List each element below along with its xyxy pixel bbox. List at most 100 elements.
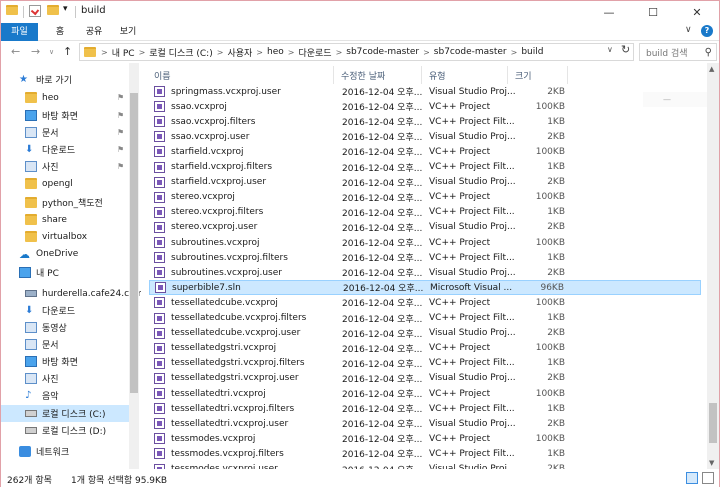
chevron-right-icon[interactable]: > [288,48,295,57]
nav-item[interactable]: virtualbox [1,228,129,245]
table-row[interactable]: tessellatedcube.vcxproj.user 2016-12-04 오… [149,326,701,341]
table-row[interactable]: tessellatedgstri.vcxproj 2016-12-04 오후...… [149,341,701,356]
breadcrumb-item[interactable]: 다운로드 [298,46,331,59]
nav-item[interactable]: 사진 [1,370,129,387]
nav-item[interactable]: ♪ 음악 [1,387,129,404]
chevron-right-icon[interactable]: > [423,48,430,57]
column-name[interactable]: 이름 [154,69,171,82]
table-row[interactable]: tessellatedtri.vcxproj 2016-12-04 오후... VC… [149,386,701,401]
table-row[interactable]: tessellatedtri.vcxproj.filters 2016-12-04… [149,401,701,416]
search-input[interactable]: build 검색 ⚲ [639,43,717,61]
up-arrow-icon[interactable]: ↑ [63,45,72,58]
column-date[interactable]: 수정한 날짜 [341,69,385,82]
nav-item[interactable]: opengl [1,175,129,192]
chevron-right-icon[interactable]: > [511,48,518,57]
pin-icon[interactable]: ⚑ [117,111,124,120]
column-size[interactable]: 크기 [515,69,532,82]
table-row[interactable]: stereo.vcxproj.filters 2016-12-04 오후... VC… [149,205,701,220]
table-row[interactable]: starfield.vcxproj.user 2016-12-04 오후... Vi… [149,175,701,190]
nav-item[interactable]: 사진 ⚑ [1,158,129,175]
tab-home[interactable]: 홈 [45,23,75,41]
breadcrumb-item[interactable]: 로컬 디스크 (C:) [149,46,212,59]
breadcrumb-item[interactable]: sb7code-master [434,47,507,57]
scroll-up-icon[interactable]: ▲ [709,65,714,73]
nav-scrollbar-thumb[interactable] [130,93,138,393]
chevron-right-icon[interactable]: > [336,48,343,57]
pin-icon[interactable]: ⚑ [117,145,124,154]
chevron-right-icon[interactable]: > [256,48,263,57]
nav-item[interactable]: ⬇ 다운로드 [1,302,129,319]
nav-item[interactable]: 바탕 화면 [1,353,129,370]
minimize-button[interactable]: — [587,1,631,23]
recent-locations-icon[interactable]: ∨ [49,48,54,56]
table-row[interactable]: stereo.vcxproj 2016-12-04 오후... VC++ Proje… [149,190,701,205]
breadcrumb-item[interactable]: 사용자 [227,46,252,59]
table-row[interactable]: ssao.vcxproj.filters 2016-12-04 오후... VC++… [149,114,701,129]
nav-item[interactable]: 로컬 디스크 (C:) [1,405,129,422]
table-row[interactable]: tessellatedcube.vcxproj 2016-12-04 오후... V… [149,295,701,310]
table-row[interactable]: subroutines.vcxproj.filters 2016-12-04 오후… [149,250,701,265]
table-row[interactable]: tessellatedtri.vcxproj.user 2016-12-04 오후… [149,416,701,431]
address-bar[interactable]: > 내 PC > 로컬 디스크 (C:) > 사용자 > heo > 다운로드 … [79,43,634,61]
table-row[interactable]: starfield.vcxproj.filters 2016-12-04 오후..… [149,160,701,175]
table-row[interactable]: springmass.vcxproj.user 2016-12-04 오후... V… [149,84,701,99]
properties-icon[interactable] [29,5,41,17]
nav-item[interactable]: 내 PC [1,264,129,281]
table-row[interactable]: tessellatedgstri.vcxproj.filters 2016-12-… [149,356,701,371]
chevron-right-icon[interactable]: > [217,48,224,57]
column-type[interactable]: 유형 [429,69,446,82]
divider[interactable] [333,66,334,84]
table-row[interactable]: subroutines.vcxproj.user 2016-12-04 오후...… [149,265,701,280]
nav-item[interactable]: 문서 [1,336,129,353]
large-icons-view-icon[interactable] [702,472,714,484]
breadcrumb-item[interactable]: heo [267,47,284,57]
maximize-button[interactable]: ☐ [631,1,675,23]
table-row[interactable]: tessmodes.vcxproj 2016-12-04 오후... VC++ Pr… [149,431,701,446]
new-folder-icon[interactable] [47,5,59,15]
table-row[interactable]: tessellatedgstri.vcxproj.user 2016-12-04 … [149,371,701,386]
tab-file[interactable]: 파일 [1,23,38,41]
pin-icon[interactable]: ⚑ [117,128,124,137]
tab-share[interactable]: 공유 [79,23,109,41]
divider[interactable] [567,66,568,84]
nav-scrollbar[interactable] [129,63,139,469]
scroll-down-icon[interactable]: ▼ [709,459,714,467]
nav-item[interactable]: 로컬 디스크 (D:) [1,422,129,439]
refresh-icon[interactable]: ↻ [621,43,630,56]
pin-icon[interactable]: ⚑ [117,162,124,171]
breadcrumb-item[interactable]: sb7code-master [346,47,419,57]
nav-item[interactable]: share [1,211,129,228]
nav-item[interactable]: 문서 ⚑ [1,124,129,141]
nav-item[interactable]: hurderella.cafe24.com [1,285,141,302]
scrollbar-thumb[interactable] [709,403,717,443]
chevron-right-icon[interactable]: > [139,48,146,57]
table-row[interactable]: superbible7.sln 2016-12-04 오후... Microsoft… [149,280,701,296]
nav-item[interactable]: ⬇ 다운로드 ⚑ [1,141,129,158]
table-row[interactable]: tessmodes.vcxproj.filters 2016-12-04 오후..… [149,446,701,461]
file-list-scrollbar[interactable]: ▲ ▼ [707,63,719,469]
tab-view[interactable]: 보기 [113,23,143,41]
back-arrow-icon[interactable]: ← [11,45,20,58]
breadcrumb-item[interactable]: 내 PC [112,46,135,59]
nav-item[interactable]: 동영상 [1,319,129,336]
divider[interactable] [421,66,422,84]
chevron-down-icon[interactable]: ∨ [685,25,692,35]
help-icon[interactable]: ? [701,25,713,37]
close-button[interactable]: ✕ [675,1,719,23]
nav-item[interactable]: 바탕 화면 ⚑ [1,107,129,124]
chevron-right-icon[interactable]: > [101,48,108,57]
table-row[interactable]: stereo.vcxproj.user 2016-12-04 오후... Visua… [149,220,701,235]
table-row[interactable]: ssao.vcxproj 2016-12-04 오후... VC++ Project… [149,99,701,114]
chevron-down-icon[interactable]: ∨ [607,45,613,54]
customize-quick-access-icon[interactable]: ▾ [63,4,75,16]
nav-item[interactable]: python_책도전 [1,194,129,211]
table-row[interactable]: starfield.vcxproj 2016-12-04 오후... VC++ Pr… [149,144,701,159]
table-row[interactable]: subroutines.vcxproj 2016-12-04 오후... VC++ … [149,235,701,250]
table-row[interactable]: tessellatedcube.vcxproj.filters 2016-12-0… [149,311,701,326]
nav-item[interactable]: 네트워크 [1,443,129,460]
forward-arrow-icon[interactable]: → [31,45,40,58]
breadcrumb-item[interactable]: build [521,47,543,57]
divider[interactable] [507,66,508,84]
nav-item[interactable]: heo ⚑ [1,89,129,106]
nav-item[interactable]: ★ 바로 가기 [1,71,129,88]
